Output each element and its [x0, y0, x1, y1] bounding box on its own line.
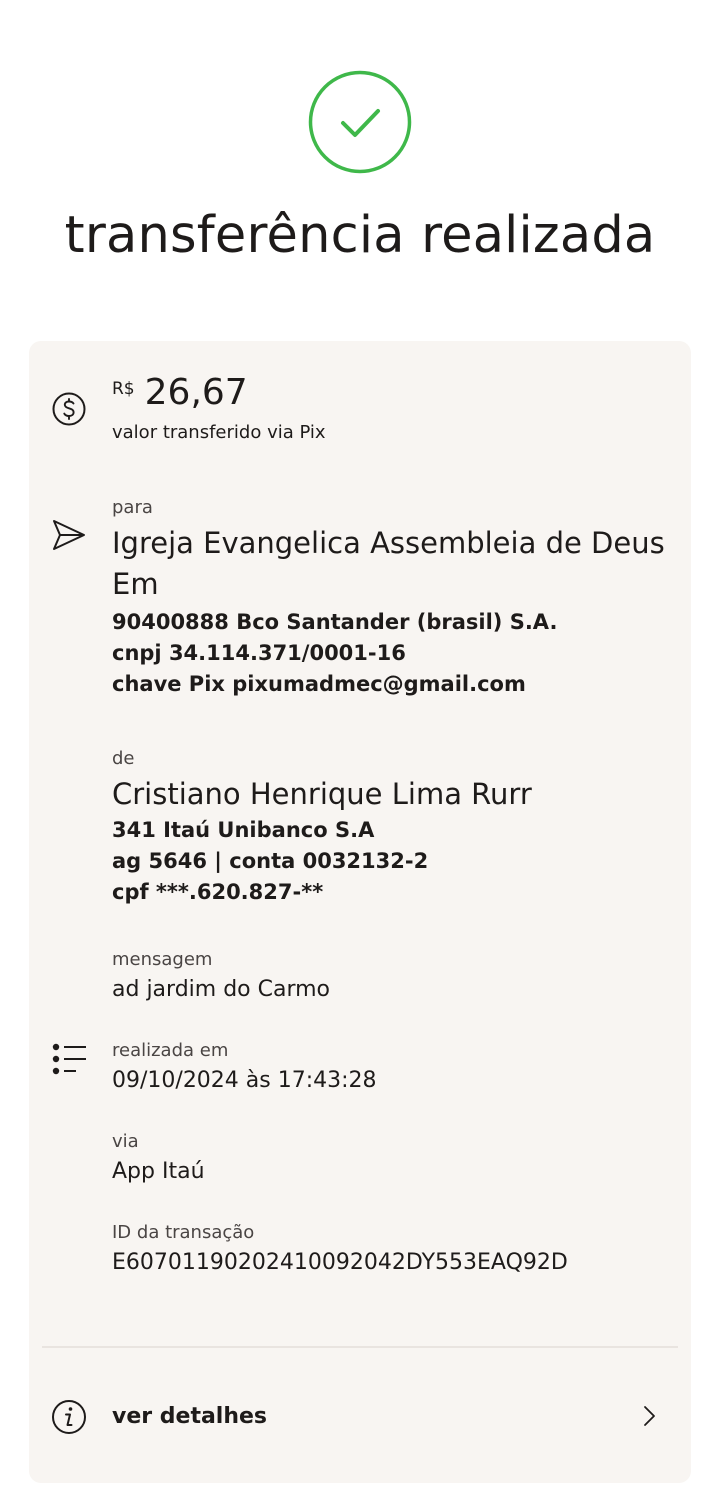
view-details-label: ver detalhes: [112, 1404, 268, 1429]
info-icon: [52, 1400, 86, 1434]
view-details-button[interactable]: ver detalhes: [29, 1348, 691, 1482]
list-icon: [52, 1043, 86, 1075]
sender-section: de Cristiano Henrique Lima Rurr 341 Itaú…: [112, 748, 682, 908]
recipient-label: para: [112, 497, 153, 518]
transaction-id: E60701190202410092042DY553EAQ92D: [112, 1250, 568, 1275]
recipient-section: para Igreja Evangelica Assembleia de Deu…: [112, 497, 682, 700]
message-label: mensagem: [112, 949, 213, 970]
sender-name: Cristiano Henrique Lima Rurr: [112, 777, 532, 811]
sender-label: de: [112, 748, 135, 769]
sender-account: ag 5646 | conta 0032132-2: [112, 849, 429, 873]
date-value: 09/10/2024 às 17:43:28: [112, 1068, 377, 1093]
transaction-label: ID da transação: [112, 1222, 255, 1243]
date-label: realizada em: [112, 1040, 229, 1061]
channel-label: via: [112, 1131, 139, 1152]
message-section: mensagem ad jardim do Carmo: [112, 949, 682, 1005]
channel-section: via App Itaú: [112, 1131, 682, 1187]
date-section: realizada em 09/10/2024 às 17:43:28: [112, 1040, 682, 1096]
sender-document: cpf ***.620.827-**: [112, 880, 324, 904]
recipient-bank: 90400888 Bco Santander (brasil) S.A.: [112, 610, 558, 634]
amount-value: 26,67: [144, 372, 248, 413]
recipient-name: Igreja Evangelica Assembleia de Deus Em: [112, 526, 665, 601]
recipient-document: cnpj 34.114.371/0001-16: [112, 641, 406, 665]
amount-currency: R$: [112, 379, 135, 399]
message-value: ad jardim do Carmo: [112, 977, 331, 1002]
chevron-right-icon: [644, 1406, 655, 1426]
sender-bank: 341 Itaú Unibanco S.A: [112, 818, 375, 842]
dollar-circle-icon: [52, 392, 86, 426]
channel-value: App Itaú: [112, 1159, 205, 1184]
amount-caption: valor transferido via Pix: [112, 422, 326, 443]
page-title: transferência realizada: [64, 206, 656, 265]
transaction-section: ID da transação E60701190202410092042DY5…: [112, 1222, 682, 1278]
receipt-card: R$ 26,67 valor transferido via Pix para I…: [29, 341, 691, 1483]
check-circle-icon: [308, 70, 412, 174]
send-icon: [53, 520, 85, 550]
amount-section: R$ 26,67 valor transferido via Pix: [112, 371, 682, 444]
recipient-pix-key: chave Pix pixumadmec@gmail.com: [112, 672, 526, 696]
